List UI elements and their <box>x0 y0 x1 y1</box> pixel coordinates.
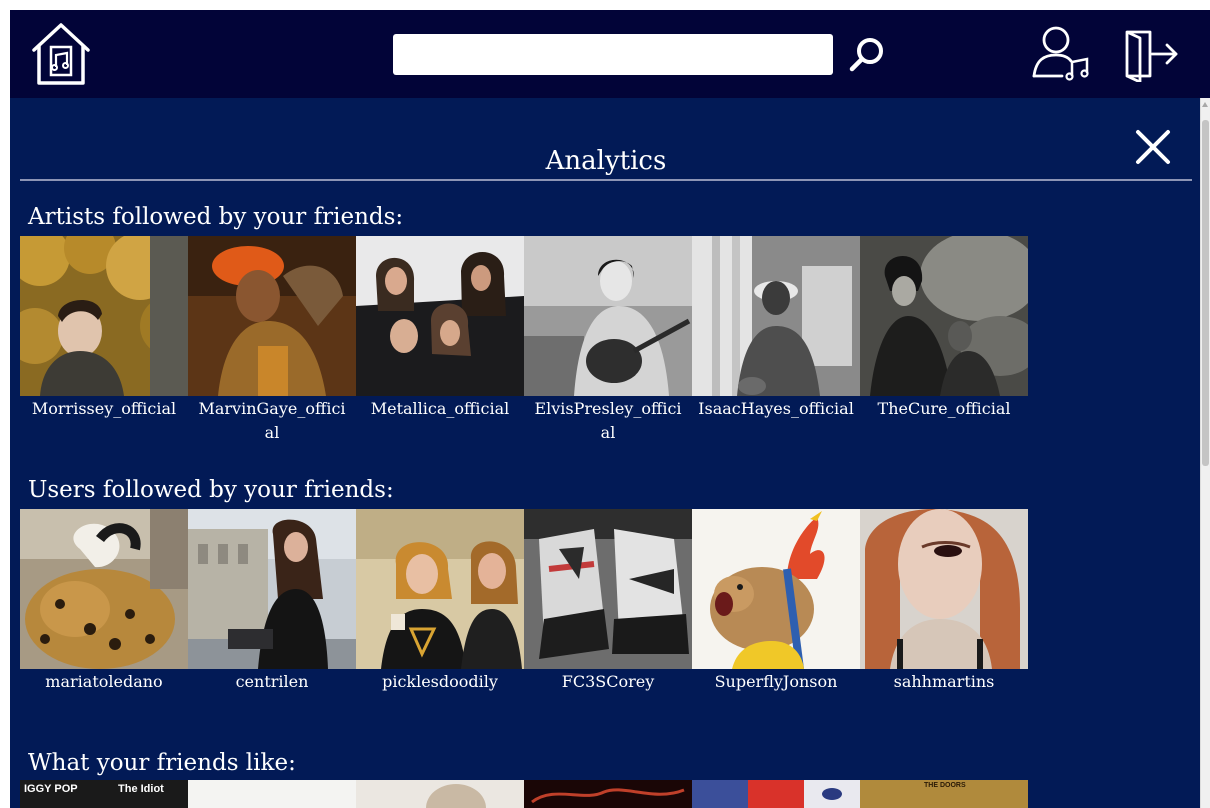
user-name: SuperflyJonson <box>714 672 838 691</box>
user-tile[interactable]: picklesdoodily <box>356 509 524 694</box>
user-name: centrilen <box>235 672 309 691</box>
artist-name: TheCure_official <box>877 399 1011 418</box>
liked-item-tile[interactable]: IGGY POP The Idiot <box>20 780 188 808</box>
artists-row: Morrissey_official MarvinGaye_official M… <box>20 236 1028 446</box>
users-row: mariatoledano centrilen picklesdoodily F… <box>20 509 1028 719</box>
artist-photo <box>860 236 1028 396</box>
album-cover-text: The Idiot <box>118 783 164 795</box>
users-section-heading: Users followed by your friends: <box>28 477 394 503</box>
liked-item-tile[interactable] <box>356 780 524 808</box>
artist-name: Metallica_official <box>370 399 510 418</box>
artist-photo <box>524 236 692 396</box>
app-window: Analytics Artists followed by your frien… <box>10 10 1210 808</box>
artist-photo <box>20 236 188 396</box>
artist-name: ElvisPresley_official <box>534 399 682 442</box>
album-cover-text: THE DOORS <box>924 782 966 789</box>
artist-name: IsaacHayes_official <box>698 399 854 418</box>
liked-item-tile[interactable]: THE DOORS <box>860 780 1028 808</box>
artist-name: Morrissey_official <box>31 399 177 418</box>
artist-tile[interactable]: IsaacHayes_official <box>692 236 860 421</box>
user-photo <box>860 509 1028 669</box>
user-photo <box>188 509 356 669</box>
home-music-icon[interactable] <box>28 20 94 88</box>
artist-photo <box>188 236 356 396</box>
page-title: Analytics <box>545 146 667 176</box>
user-name: mariatoledano <box>45 672 163 691</box>
user-tile[interactable]: sahhmartins <box>860 509 1028 694</box>
artist-tile[interactable]: Morrissey_official <box>20 236 188 421</box>
search-input[interactable] <box>393 34 833 75</box>
artist-tile[interactable]: ElvisPresley_official <box>524 236 692 445</box>
user-name: FC3SCorey <box>561 672 655 691</box>
liked-item-tile[interactable] <box>692 780 860 808</box>
user-music-icon[interactable] <box>1030 22 1094 84</box>
artist-tile[interactable]: TheCure_official <box>860 236 1028 421</box>
artist-photo <box>356 236 524 396</box>
artist-name: MarvinGaye_official <box>198 399 346 442</box>
likes-section-heading: What your friends like: <box>28 750 296 776</box>
user-tile[interactable]: centrilen <box>188 509 356 694</box>
artists-section-heading: Artists followed by your friends: <box>28 204 404 230</box>
scrollbar-thumb[interactable] <box>1202 120 1209 466</box>
user-photo <box>356 509 524 669</box>
top-navigation-bar <box>10 10 1210 98</box>
user-photo <box>692 509 860 669</box>
search-icon[interactable] <box>846 34 888 76</box>
user-tile[interactable]: mariatoledano <box>20 509 188 694</box>
scroll-up-arrow-icon[interactable] <box>1202 102 1208 107</box>
user-name: picklesdoodily <box>382 672 498 691</box>
album-cover-text: IGGY POP <box>24 783 78 795</box>
user-photo <box>524 509 692 669</box>
liked-item-tile[interactable] <box>188 780 356 808</box>
artist-photo <box>692 236 860 396</box>
title-divider <box>20 179 1192 181</box>
artist-tile[interactable]: Metallica_official <box>356 236 524 421</box>
user-name: sahhmartins <box>893 672 995 691</box>
artist-tile[interactable]: MarvinGaye_official <box>188 236 356 445</box>
user-tile[interactable]: SuperflyJonson <box>692 509 860 694</box>
logout-icon[interactable] <box>1122 26 1182 82</box>
user-photo <box>20 509 188 669</box>
user-tile[interactable]: FC3SCorey <box>524 509 692 694</box>
likes-row: IGGY POP The Idiot THE DOORS <box>20 780 1028 808</box>
liked-item-tile[interactable] <box>524 780 692 808</box>
